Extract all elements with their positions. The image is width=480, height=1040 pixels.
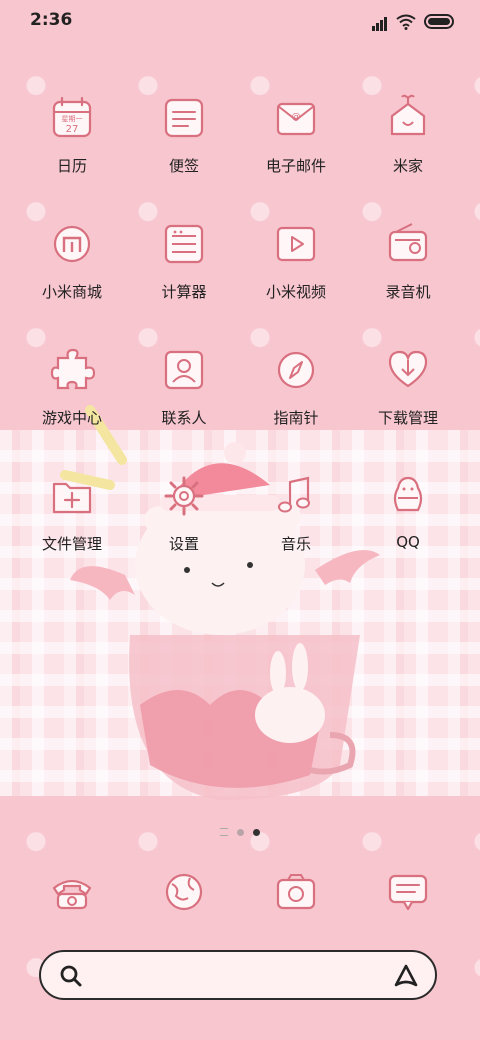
app-label: 音乐 <box>280 535 311 553</box>
app-label: 小米视频 <box>265 283 326 301</box>
download-heart-icon <box>388 350 428 388</box>
svg-text:星期一: 星期一 <box>62 115 83 123</box>
music-icon <box>278 476 310 513</box>
app-label: 计算器 <box>161 283 207 301</box>
qq-icon <box>393 476 423 512</box>
puzzle-icon <box>50 348 96 390</box>
browser-globe-icon <box>165 873 203 911</box>
app-label: 游戏中心 <box>41 409 102 427</box>
camera-icon <box>276 874 316 910</box>
app-label: 设置 <box>168 535 199 553</box>
calendar-icon: 星期一 27 <box>52 96 92 138</box>
phone-icon <box>52 879 92 910</box>
app-label: 指南针 <box>273 409 319 427</box>
voice-assistant-icon[interactable] <box>393 963 419 989</box>
app-gear[interactable]: 设置 <box>134 470 234 554</box>
app-notes[interactable]: 便签 <box>134 92 234 176</box>
status-time: 2:36 <box>30 10 73 30</box>
app-recorder[interactable]: 录音机 <box>358 218 458 302</box>
signal-icon <box>372 12 388 31</box>
app-video[interactable]: 小米视频 <box>246 218 346 302</box>
app-folder[interactable]: 文件管理 <box>22 470 122 554</box>
compass-icon <box>277 351 315 389</box>
app-home[interactable]: 米家 <box>358 92 458 176</box>
app-label: 联系人 <box>161 409 207 427</box>
mail-icon: @ <box>276 102 316 136</box>
home-icon <box>390 94 426 136</box>
app-contacts[interactable]: 联系人 <box>134 344 234 428</box>
dock-messages[interactable] <box>358 866 458 918</box>
app-label: 电子邮件 <box>265 157 326 175</box>
app-qq[interactable]: QQ <box>358 470 458 551</box>
page-menu-icon <box>220 828 228 836</box>
app-label: 米家 <box>392 157 423 175</box>
svg-text:27: 27 <box>66 124 79 135</box>
app-calculator[interactable]: 计算器 <box>134 218 234 302</box>
app-label: 日历 <box>56 157 87 175</box>
app-label: 文件管理 <box>41 535 102 553</box>
battery-icon <box>424 14 454 29</box>
messages-icon <box>388 874 428 911</box>
svg-text:@: @ <box>292 112 301 122</box>
app-label: QQ <box>396 533 420 551</box>
page-dot-active <box>253 828 260 836</box>
notes-icon <box>164 98 204 138</box>
page-indicator[interactable] <box>0 828 480 836</box>
app-compass[interactable]: 指南针 <box>246 344 346 428</box>
gear-icon <box>164 476 204 516</box>
dock <box>0 866 480 926</box>
calculator-icon <box>164 224 204 264</box>
status-bar: 2:36 <box>0 0 480 42</box>
app-calendar[interactable]: 星期一 27 日历 <box>22 92 122 176</box>
folder-icon <box>52 482 92 514</box>
app-music[interactable]: 音乐 <box>246 470 346 554</box>
app-label: 便签 <box>168 157 199 175</box>
search-bar[interactable] <box>39 950 437 1000</box>
app-download-heart[interactable]: 下载管理 <box>358 344 458 428</box>
app-mail[interactable]: @ 电子邮件 <box>246 92 346 176</box>
app-label: 录音机 <box>385 283 431 301</box>
app-label: 下载管理 <box>377 409 438 427</box>
page-dot <box>237 828 244 836</box>
cat-in-jar-illustration <box>60 405 380 800</box>
mi-store-icon <box>53 225 91 263</box>
dock-browser-globe[interactable] <box>134 866 234 918</box>
dock-camera[interactable] <box>246 866 346 918</box>
video-icon <box>276 226 316 262</box>
dock-phone[interactable] <box>22 866 122 918</box>
wifi-icon <box>396 14 416 30</box>
app-mi-store[interactable]: 小米商城 <box>22 218 122 302</box>
recorder-icon <box>388 223 428 262</box>
app-label: 小米商城 <box>41 283 102 301</box>
search-icon <box>60 965 82 987</box>
contacts-icon <box>164 350 204 390</box>
app-puzzle[interactable]: 游戏中心 <box>22 344 122 428</box>
